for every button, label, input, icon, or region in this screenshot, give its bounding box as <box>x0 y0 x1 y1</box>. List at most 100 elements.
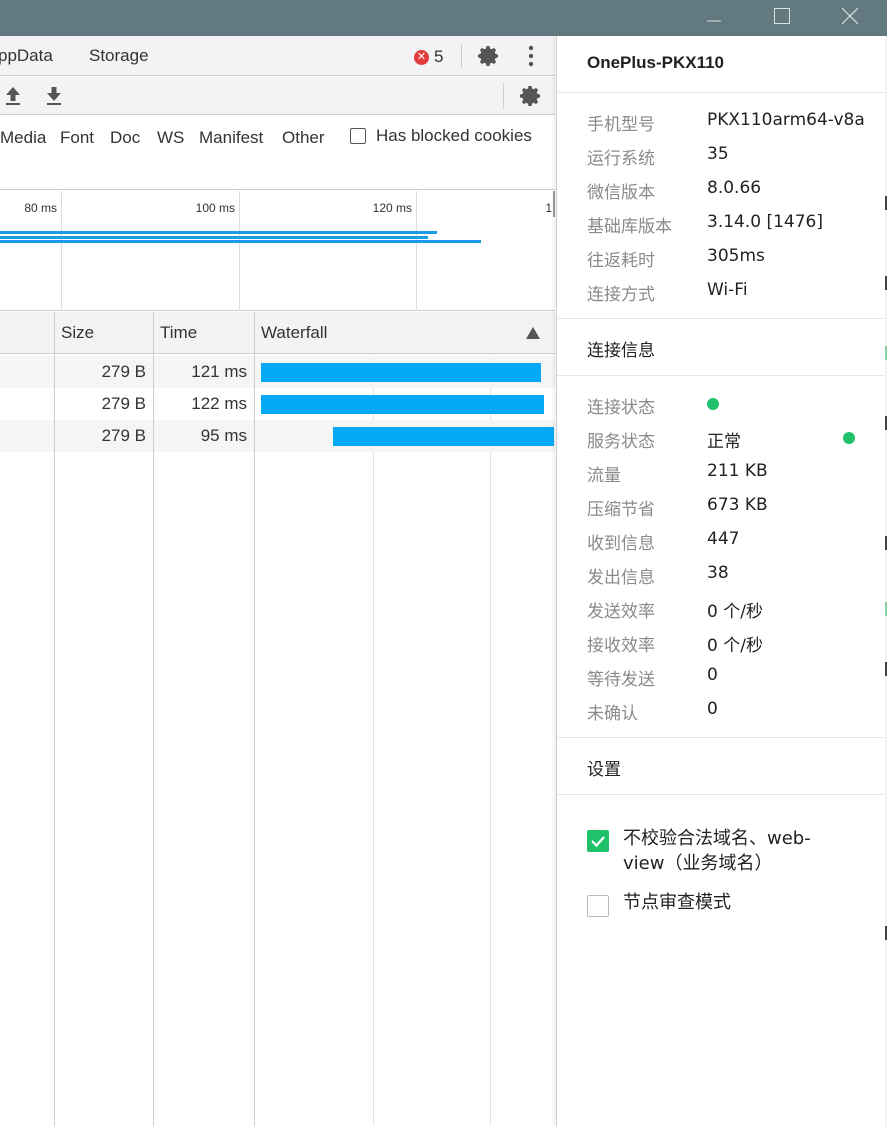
info-row-phone-model: 手机型号 PKX110arm64-v8a <box>587 110 867 140</box>
node-inspect-mode-label[interactable]: 节点审查模式 <box>623 890 843 915</box>
column-divider <box>153 312 154 354</box>
table-row[interactable]: 279 B 95 ms <box>0 420 555 452</box>
info-key: 手机型号 <box>587 115 655 135</box>
close-button[interactable] <box>820 0 880 32</box>
overview-label-100ms: 100 ms <box>195 201 235 215</box>
info-key: 微信版本 <box>587 183 655 203</box>
row-size: 279 B <box>101 426 146 445</box>
network-settings-gear-icon[interactable] <box>519 84 543 108</box>
info-row-messages-sent: 发出信息 38 <box>587 563 867 593</box>
import-har-icon[interactable] <box>4 86 22 106</box>
info-value: 正常 <box>707 432 741 452</box>
device-info-panel: OnePlus-PKX110 手机型号 PKX110arm64-v8a 运行系统… <box>556 36 886 1126</box>
overview-request-line <box>0 236 428 239</box>
node-inspect-mode-checkbox[interactable] <box>587 895 609 917</box>
request-table-body: 279 B 121 ms 279 B 122 ms 279 B 95 ms <box>0 354 555 1126</box>
row-time: 121 ms <box>191 362 247 381</box>
divider <box>557 794 886 795</box>
info-key: 等待发送 <box>587 670 655 690</box>
error-icon: ✕ <box>414 49 429 65</box>
overview-request-line <box>0 231 437 234</box>
column-header-waterfall[interactable]: Waterfall <box>261 323 327 343</box>
info-row-unacknowledged: 未确认 0 <box>587 699 867 729</box>
skip-domain-check-label[interactable]: 不校验合法域名、web-view（业务域名） <box>623 826 843 876</box>
info-row-compression-saved: 压缩节省 673 KB <box>587 495 867 525</box>
info-row-connection-status: 连接状态 <box>587 393 867 423</box>
filter-media[interactable]: Media <box>0 128 46 148</box>
divider <box>557 318 886 319</box>
info-value: 8.0.66 <box>707 178 762 198</box>
info-value: 211 KB <box>707 461 768 481</box>
network-overview-timeline[interactable]: 80 ms 100 ms 120 ms 1 <box>0 191 555 311</box>
divider <box>503 83 504 109</box>
column-divider <box>54 354 55 1126</box>
info-row-receive-rate: 接收效率 0 个/秒 <box>587 631 867 661</box>
waterfall-gridline <box>373 354 374 1126</box>
column-header-size[interactable]: Size <box>61 323 94 343</box>
devtools-network-panel: ppData Storage ✕ 5 Media Font Doc WS Man… <box>0 36 555 1126</box>
info-key: 压缩节省 <box>587 500 655 520</box>
info-key: 收到信息 <box>587 534 655 554</box>
column-divider <box>153 354 154 1126</box>
divider <box>557 375 886 376</box>
info-value: 0 <box>707 699 718 719</box>
info-row-traffic: 流量 211 KB <box>587 461 867 491</box>
more-menu-icon[interactable] <box>524 44 538 68</box>
row-time: 122 ms <box>191 394 247 413</box>
table-row[interactable]: 279 B 121 ms <box>0 356 555 388</box>
info-key: 运行系统 <box>587 149 655 169</box>
overview-request-line <box>0 240 481 243</box>
service-status-indicator <box>843 432 855 444</box>
row-time: 95 ms <box>200 426 247 445</box>
info-value: 447 <box>707 529 740 549</box>
overview-gridline <box>239 191 240 311</box>
info-value: Wi-Fi <box>707 280 748 300</box>
overview-gridline <box>553 191 555 217</box>
table-row[interactable]: 279 B 122 ms <box>0 388 555 420</box>
info-row-send-rate: 发送效率 0 个/秒 <box>587 597 867 627</box>
info-key: 发送效率 <box>587 602 655 622</box>
tab-appdata[interactable]: ppData <box>0 46 53 66</box>
waterfall-bar <box>261 363 541 382</box>
tab-storage[interactable]: Storage <box>89 46 149 66</box>
has-blocked-cookies-checkbox[interactable] <box>350 128 366 144</box>
settings-gear-icon[interactable] <box>477 44 501 68</box>
row-size: 279 B <box>101 362 146 381</box>
checkmark-icon <box>591 836 605 848</box>
window-titlebar <box>0 0 887 36</box>
info-row-connection-type: 连接方式 Wi-Fi <box>587 280 867 310</box>
info-value: 0 个/秒 <box>707 602 763 622</box>
info-value: PKX110arm64-v8a <box>707 110 865 130</box>
has-blocked-cookies-toggle[interactable]: Has blocked cookies <box>350 126 532 146</box>
devtools-tabbar: ppData Storage ✕ 5 <box>0 36 555 76</box>
filter-ws[interactable]: WS <box>157 128 184 148</box>
connection-section-title: 连接信息 <box>587 341 655 361</box>
column-divider <box>254 354 255 1126</box>
info-key: 发出信息 <box>587 568 655 588</box>
export-har-icon[interactable] <box>45 86 63 106</box>
info-value: 305ms <box>707 246 765 266</box>
error-counter[interactable]: ✕ 5 <box>414 47 443 67</box>
maximize-button[interactable] <box>752 0 812 32</box>
filter-other[interactable]: Other <box>282 128 325 148</box>
info-value: 0 个/秒 <box>707 636 763 656</box>
divider <box>461 44 462 68</box>
minimize-button[interactable] <box>684 0 744 32</box>
request-table-header: Size Time Waterfall <box>0 312 555 354</box>
skip-domain-check-checkbox[interactable] <box>587 830 609 852</box>
overview-gridline <box>61 191 62 311</box>
info-key: 往返耗时 <box>587 251 655 271</box>
divider <box>557 92 886 93</box>
info-row-service-status: 服务状态 正常 <box>587 427 867 457</box>
panel-title: OnePlus-PKX110 <box>587 53 725 72</box>
connection-status-indicator <box>707 398 719 410</box>
info-row-pending-send: 等待发送 0 <box>587 665 867 695</box>
info-value: 3.14.0 [1476] <box>707 212 824 232</box>
filter-font[interactable]: Font <box>60 128 94 148</box>
column-header-time[interactable]: Time <box>160 323 197 343</box>
info-row-wechat-version: 微信版本 8.0.66 <box>587 178 867 208</box>
has-blocked-cookies-label: Has blocked cookies <box>376 126 532 145</box>
sort-ascending-icon[interactable] <box>526 327 540 339</box>
filter-doc[interactable]: Doc <box>110 128 140 148</box>
filter-manifest[interactable]: Manifest <box>199 128 263 148</box>
